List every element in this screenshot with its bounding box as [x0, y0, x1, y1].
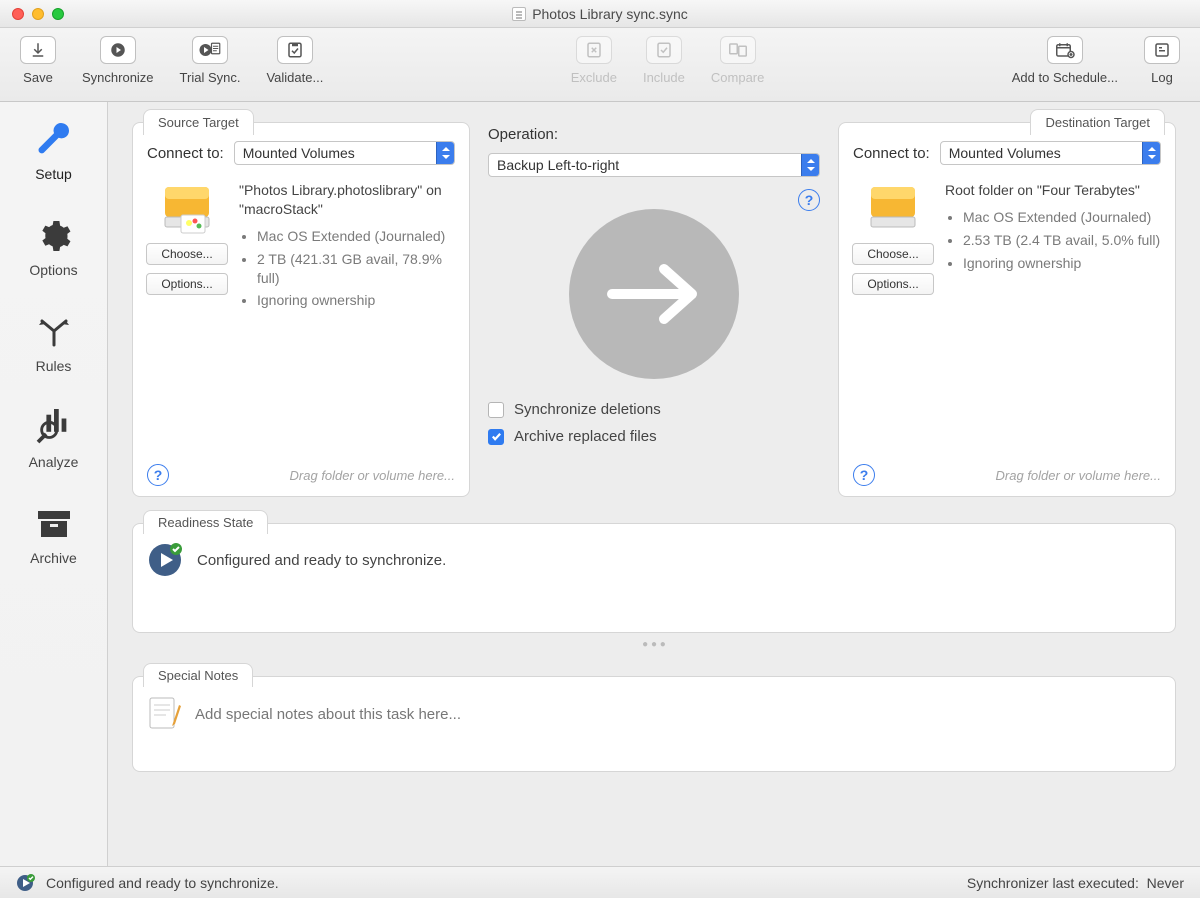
drive-icon — [863, 181, 923, 235]
source-detail-row: 2 TB (421.31 GB avail, 78.9% full) — [257, 250, 455, 288]
status-text: Configured and ready to synchronize. — [46, 875, 279, 891]
sync-deletions-label: Synchronize deletions — [514, 401, 661, 418]
readiness-text: Configured and ready to synchronize. — [197, 552, 446, 569]
status-ready-icon — [16, 873, 36, 893]
notes-icon — [147, 695, 181, 733]
validate-button[interactable]: Validate... — [266, 36, 323, 85]
source-connect-label: Connect to: — [147, 145, 224, 162]
source-choose-button[interactable]: Choose... — [146, 243, 228, 265]
source-detail-row: Mac OS Extended (Journaled) — [257, 227, 455, 246]
select-arrows-icon — [1142, 142, 1160, 164]
branch-icon — [0, 312, 107, 352]
compare-button: Compare — [711, 36, 764, 85]
titlebar: Photos Library sync.sync — [0, 0, 1200, 28]
content-area: Source Target Connect to: Mounted Volume… — [108, 102, 1200, 866]
sidebar: Setup Options Rules Analyze Archive — [0, 102, 108, 866]
readiness-tab-label: Readiness State — [143, 510, 268, 534]
destination-connect-select[interactable]: Mounted Volumes — [940, 141, 1161, 165]
direction-arrow-icon — [569, 209, 739, 379]
sidebar-item-options[interactable]: Options — [0, 216, 107, 278]
select-arrows-icon — [801, 154, 819, 176]
source-options-button[interactable]: Options... — [146, 273, 228, 295]
destination-detail-row: Mac OS Extended (Journaled) — [963, 208, 1161, 227]
source-target-panel: Source Target Connect to: Mounted Volume… — [132, 122, 470, 497]
destination-drag-hint: Drag folder or volume here... — [996, 468, 1161, 483]
synchronize-button[interactable]: Synchronize — [82, 36, 154, 85]
source-drag-hint: Drag folder or volume here... — [290, 468, 455, 483]
status-right: Synchronizer last executed: Never — [967, 875, 1184, 891]
destination-help-button[interactable]: ? — [853, 464, 875, 486]
operation-help-button[interactable]: ? — [798, 189, 820, 211]
window-title: Photos Library sync.sync — [0, 6, 1200, 22]
destination-connect-label: Connect to: — [853, 145, 930, 162]
source-help-button[interactable]: ? — [147, 464, 169, 486]
operation-label: Operation: — [488, 126, 558, 143]
destination-title: Root folder on "Four Terabytes" — [945, 181, 1161, 200]
resize-grip-icon[interactable]: ● ● ● — [132, 639, 1176, 650]
select-arrows-icon — [436, 142, 454, 164]
source-tab-label: Source Target — [143, 109, 254, 135]
destination-target-panel: Destination Target Connect to: Mounted V… — [838, 122, 1176, 497]
source-connect-select[interactable]: Mounted Volumes — [234, 141, 455, 165]
wrench-icon — [0, 120, 107, 160]
log-button[interactable]: Log — [1144, 36, 1180, 85]
sidebar-item-setup[interactable]: Setup — [0, 120, 107, 182]
readiness-panel: Readiness State Configured and ready to … — [132, 523, 1176, 633]
notes-tab-label: Special Notes — [143, 663, 253, 687]
gear-icon — [0, 216, 107, 256]
magnifier-chart-icon — [0, 408, 107, 448]
drive-icon — [157, 181, 217, 235]
toolbar: Save Synchronize Trial Sync. Validate...… — [0, 28, 1200, 102]
exclude-button: Exclude — [571, 36, 617, 85]
sync-deletions-checkbox[interactable] — [488, 402, 504, 418]
special-notes-panel: Special Notes Add special notes about th… — [132, 676, 1176, 772]
source-title: "Photos Library.photoslibrary" on "macro… — [239, 181, 455, 219]
status-bar: Configured and ready to synchronize. Syn… — [0, 866, 1200, 898]
operation-select[interactable]: Backup Left-to-right — [488, 153, 820, 177]
window-title-text: Photos Library sync.sync — [532, 6, 688, 22]
sidebar-item-analyze[interactable]: Analyze — [0, 408, 107, 470]
destination-detail-row: Ignoring ownership — [963, 254, 1161, 273]
sidebar-item-archive[interactable]: Archive — [0, 504, 107, 566]
operation-column: Operation: Backup Left-to-right ? Synchr… — [488, 122, 820, 497]
destination-choose-button[interactable]: Choose... — [852, 243, 934, 265]
include-button: Include — [643, 36, 685, 85]
sidebar-item-rules[interactable]: Rules — [0, 312, 107, 374]
ready-play-icon — [147, 542, 183, 578]
source-detail-row: Ignoring ownership — [257, 291, 455, 310]
destination-detail-row: 2.53 TB (2.4 TB avail, 5.0% full) — [963, 231, 1161, 250]
save-button[interactable]: Save — [20, 36, 56, 85]
trial-sync-button[interactable]: Trial Sync. — [180, 36, 241, 85]
destination-tab-label: Destination Target — [1030, 109, 1165, 135]
destination-options-button[interactable]: Options... — [852, 273, 934, 295]
archive-replaced-checkbox[interactable] — [488, 429, 504, 445]
archive-box-icon — [0, 504, 107, 544]
archive-replaced-label: Archive replaced files — [514, 428, 657, 445]
add-to-schedule-button[interactable]: Add to Schedule... — [1012, 36, 1118, 85]
notes-placeholder[interactable]: Add special notes about this task here..… — [195, 706, 461, 723]
document-icon — [512, 7, 526, 21]
